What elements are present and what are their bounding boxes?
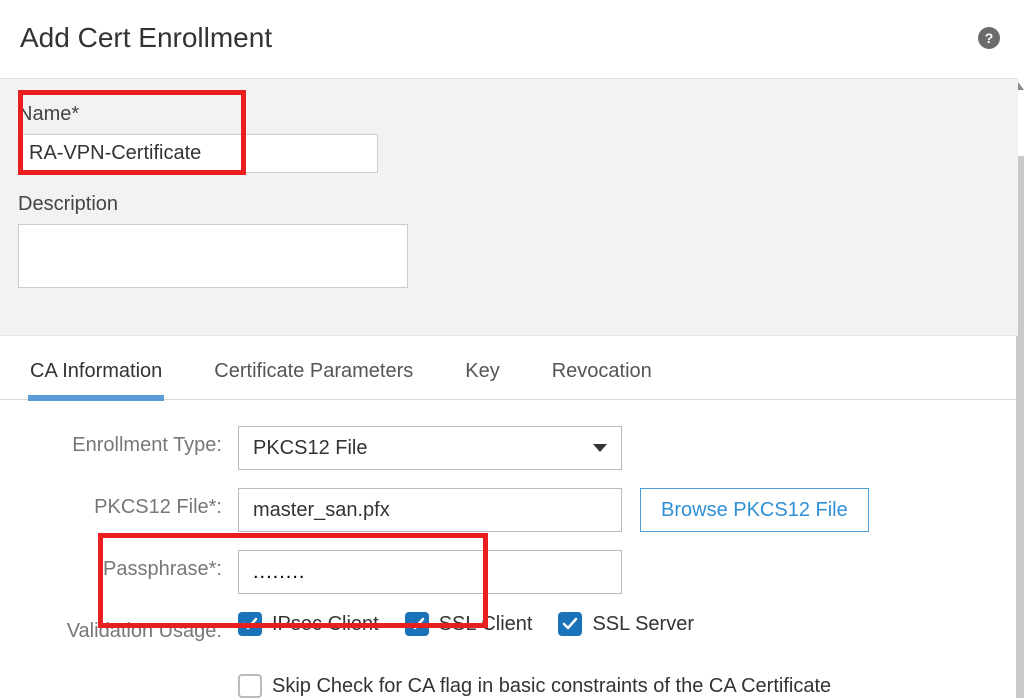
pkcs12-file-display: master_san.pfx	[238, 488, 622, 532]
description-label: Description	[18, 193, 1000, 216]
tabs: CA Information Certificate Parameters Ke…	[0, 336, 1018, 400]
tab-key[interactable]: Key	[465, 360, 499, 399]
enrollment-type-value: PKCS12 File	[253, 437, 368, 460]
description-input[interactable]	[18, 224, 408, 288]
validation-usage-label: Validation Usage:	[18, 612, 238, 643]
ipsec-client-label: IPsec Client	[272, 613, 379, 636]
tab-revocation[interactable]: Revocation	[552, 360, 652, 399]
tab-ca-information[interactable]: CA Information	[30, 360, 162, 399]
ca-information-form: Enrollment Type: PKCS12 File PKCS12 File…	[0, 400, 1018, 698]
chevron-down-icon	[593, 444, 607, 452]
help-icon[interactable]: ?	[978, 27, 1000, 49]
ipsec-client-checkbox[interactable]	[238, 612, 262, 636]
skip-check-checkbox[interactable]	[238, 674, 262, 698]
name-label: Name*	[18, 103, 1000, 126]
name-input[interactable]	[18, 134, 378, 173]
check-icon	[242, 616, 258, 632]
dialog-title: Add Cert Enrollment	[20, 22, 272, 54]
ssl-server-label: SSL Server	[592, 613, 694, 636]
enrollment-type-label: Enrollment Type:	[18, 426, 238, 457]
ssl-client-checkbox[interactable]	[405, 612, 429, 636]
tab-certificate-parameters[interactable]: Certificate Parameters	[214, 360, 413, 399]
ssl-client-label: SSL Client	[439, 613, 533, 636]
enrollment-type-select[interactable]: PKCS12 File	[238, 426, 622, 470]
passphrase-input[interactable]	[238, 550, 622, 594]
pkcs12-file-label: PKCS12 File*:	[18, 488, 238, 519]
skip-check-label: Skip Check for CA flag in basic constrai…	[272, 675, 831, 698]
check-icon	[562, 616, 578, 632]
pkcs12-file-value: master_san.pfx	[253, 499, 390, 522]
header-fields-panel: Name* Description	[0, 78, 1018, 336]
check-icon	[409, 616, 425, 632]
browse-pkcs12-button[interactable]: Browse PKCS12 File	[640, 488, 869, 532]
ssl-server-checkbox[interactable]	[558, 612, 582, 636]
passphrase-label: Passphrase*:	[18, 550, 238, 581]
